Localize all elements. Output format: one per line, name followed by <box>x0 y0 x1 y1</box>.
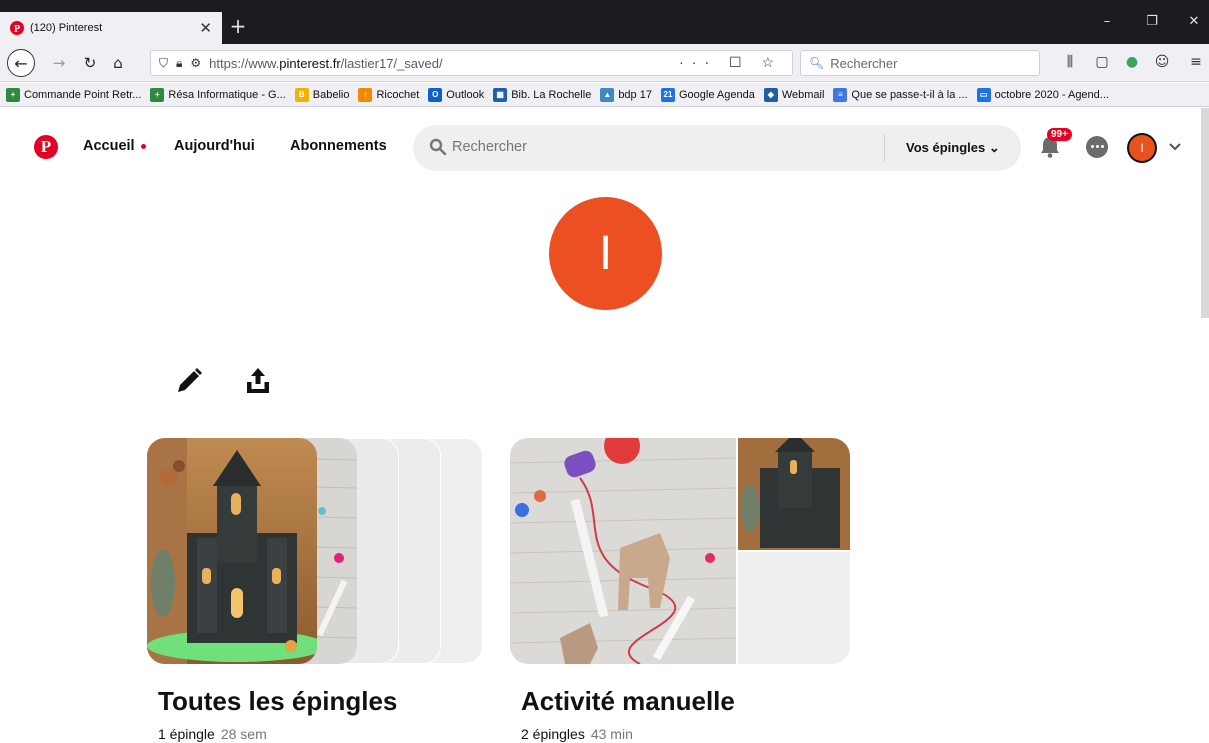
svg-text:P: P <box>14 24 20 35</box>
account-icon[interactable]: ☺ <box>1152 54 1172 70</box>
bookmark-item[interactable]: + Commande Point Retr... <box>6 87 142 102</box>
restore-icon[interactable]: ❐ <box>1142 14 1162 29</box>
profile-avatar[interactable]: I <box>549 197 662 310</box>
close-window-icon[interactable]: ✕ <box>1184 14 1204 29</box>
board-meta: 1 épingle 28 sem <box>158 726 267 742</box>
minimize-icon[interactable]: – <box>1097 14 1117 29</box>
bookmark-favicon-icon: + <box>150 87 165 102</box>
bookmark-favicon-icon: ◆ <box>763 87 778 102</box>
chevron-down-icon: ⌄ <box>988 140 1000 155</box>
library-icon[interactable]: ⫼ <box>1060 54 1080 70</box>
notifications-badge: 99+ <box>1047 128 1072 141</box>
board-title[interactable]: Activité manuelle <box>521 686 735 717</box>
lock-icon[interactable]: 🔒︎ <box>176 56 182 71</box>
bookmark-label: octobre 2020 - Agend... <box>994 88 1109 101</box>
board-card-activite-manuelle[interactable]: Activité manuelle 2 épingles 43 min <box>510 438 850 742</box>
share-upload-icon[interactable] <box>243 366 273 396</box>
edit-pencil-icon[interactable] <box>174 366 204 396</box>
bookmark-item[interactable]: O Outlook <box>428 87 485 102</box>
bookmark-item[interactable]: ▦ Bib. La Rochelle <box>493 87 592 102</box>
page-actions-icon[interactable]: ··· ☐ ☆ <box>679 54 782 71</box>
bookmark-item[interactable]: ↑ Ricochet <box>358 87 420 102</box>
nav-today[interactable]: Aujourd'hui <box>174 138 255 154</box>
nav-home[interactable]: Accueil <box>83 138 146 154</box>
browser-tab-pinterest[interactable]: P (120) Pinterest ✕ <box>0 12 222 44</box>
board-pin-count: 1 épingle <box>158 726 215 742</box>
bookmark-item[interactable]: ◆ Webmail <box>763 87 825 102</box>
browser-toolbar: ← → ↻ ⌂ ⛉ 🔒︎ ⚙ https://www.pinterest.fr/… <box>0 44 1209 82</box>
search-divider <box>884 134 885 162</box>
bookmark-favicon-icon: + <box>6 87 20 102</box>
board-card-all-pins[interactable]: Toutes les épingles 1 épingle 28 sem <box>147 438 485 742</box>
bookmark-label: Babelio <box>312 88 350 101</box>
bookmark-label: bdp 17 <box>618 88 652 101</box>
bookmark-item[interactable]: + Résa Informatique - G... <box>150 87 286 102</box>
tab-title: (120) Pinterest <box>30 22 103 34</box>
bookmark-item[interactable]: ▲ bdp 17 <box>600 87 652 102</box>
messages-icon[interactable] <box>1086 136 1108 158</box>
search-input[interactable]: Rechercher <box>452 139 527 155</box>
bookmark-item[interactable]: ▭ octobre 2020 - Agend... <box>976 87 1109 102</box>
bookmark-favicon-icon: 21 <box>660 87 675 102</box>
bookmark-item[interactable]: ≡ Que se passe-t-il à la ... <box>833 87 968 102</box>
pinterest-page: P Accueil Aujourd'hui Abonnements Recher… <box>0 108 1209 743</box>
search-filter-dropdown[interactable]: Vos épingles ⌄ <box>906 140 1000 156</box>
board-cover-collage <box>510 438 850 664</box>
shield-icon[interactable]: ⛉ <box>159 56 168 71</box>
bookmark-favicon-icon: ▦ <box>493 87 508 102</box>
bookmark-label: Résa Informatique - G... <box>168 88 286 101</box>
account-avatar[interactable]: I <box>1127 133 1157 163</box>
browser-tab-bar: P (120) Pinterest ✕ + – ❐ ✕ <box>0 0 1209 44</box>
pinterest-search-bar[interactable]: Rechercher Vos épingles ⌄ <box>413 125 1021 171</box>
board-pin-count: 2 épingles <box>521 726 585 742</box>
sidebar-icon[interactable]: ▢ <box>1092 54 1112 70</box>
bookmark-item[interactable]: 21 Google Agenda <box>660 87 755 102</box>
reload-icon[interactable]: ↻ <box>78 51 102 75</box>
url-text[interactable]: https://www.pinterest.fr/lastier17/_save… <box>209 56 442 71</box>
bookmark-favicon-icon: B <box>294 87 309 102</box>
account-menu-chevron-icon[interactable] <box>1168 140 1182 154</box>
board-meta: 2 épingles 43 min <box>521 726 633 742</box>
extension-icon[interactable]: ● <box>1122 54 1142 70</box>
new-tab-button[interactable]: + <box>228 14 248 38</box>
bookmark-label: Commande Point Retr... <box>24 88 142 101</box>
url-bar[interactable]: ⛉ 🔒︎ ⚙ https://www.pinterest.fr/lastier1… <box>150 50 793 76</box>
bookmark-favicon-icon: ▭ <box>976 87 991 102</box>
bookmark-favicon-icon: O <box>428 87 443 102</box>
browser-search-input[interactable]: 🔍︎ Rechercher <box>800 50 1040 76</box>
pin-thumbnail-castle <box>147 438 317 664</box>
search-icon <box>429 138 447 156</box>
nav-following[interactable]: Abonnements <box>290 138 387 154</box>
search-engine-icon: 🔍︎ <box>809 56 825 70</box>
unread-dot-icon <box>140 143 146 149</box>
bookmark-label: Que se passe-t-il à la ... <box>851 88 968 101</box>
permissions-icon[interactable]: ⚙ <box>190 56 201 70</box>
bookmark-label: Bib. La Rochelle <box>511 88 592 101</box>
bookmark-favicon-icon: ≡ <box>833 87 848 102</box>
bookmark-item[interactable]: B Babelio <box>294 87 350 102</box>
board-age: 28 sem <box>220 726 267 742</box>
forward-arrow-icon[interactable]: → <box>47 51 71 75</box>
pinterest-favicon-icon: P <box>10 21 24 35</box>
bookmark-label: Ricochet <box>376 88 420 101</box>
board-age: 43 min <box>590 726 633 742</box>
home-icon[interactable]: ⌂ <box>106 51 130 75</box>
bookmark-label: Google Agenda <box>678 88 755 101</box>
scrollbar[interactable] <box>1201 108 1209 318</box>
bookmark-favicon-icon: ▲ <box>600 87 615 102</box>
board-title[interactable]: Toutes les épingles <box>158 686 397 717</box>
close-tab-icon[interactable]: ✕ <box>199 19 212 37</box>
bookmark-label: Outlook <box>446 88 485 101</box>
bookmarks-bar: + Commande Point Retr... + Résa Informatiqu… <box>0 83 1209 107</box>
bookmark-favicon-icon: ↑ <box>358 87 373 102</box>
back-arrow-icon[interactable]: ← <box>7 49 35 77</box>
menu-icon[interactable]: ≡ <box>1186 54 1206 70</box>
pinterest-logo-icon[interactable]: P <box>34 135 58 159</box>
bookmark-label: Webmail <box>781 88 825 101</box>
